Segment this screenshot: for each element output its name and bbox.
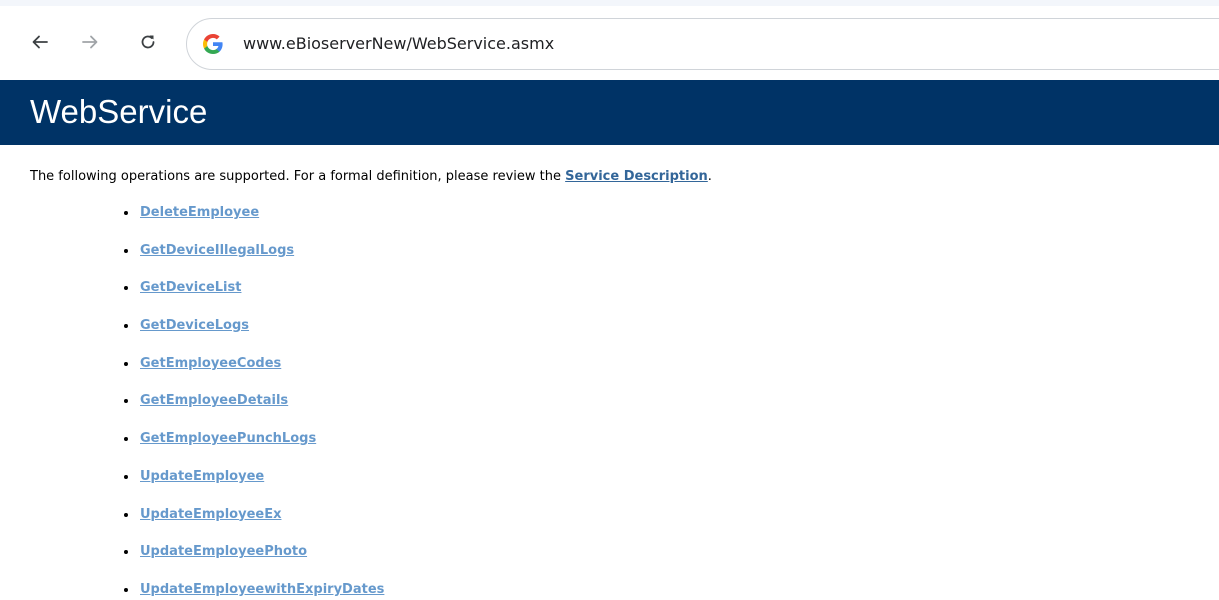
back-arrow-icon: [32, 35, 48, 49]
bullet-icon: [124, 361, 128, 366]
google-g-logo-icon: [203, 34, 223, 54]
bullet-icon: [124, 248, 128, 253]
service-description-link[interactable]: Service Description: [565, 169, 708, 184]
operation-link-updateemployee[interactable]: UpdateEmployee: [140, 467, 264, 487]
list-item: GetEmployeeDetails: [124, 391, 384, 429]
back-button[interactable]: [28, 30, 52, 54]
operations-list: DeleteEmployee GetDeviceIllegalLogs GetD…: [124, 203, 384, 600]
operation-link-updateemployeephoto[interactable]: UpdateEmployeePhoto: [140, 542, 307, 562]
list-item: GetDeviceLogs: [124, 316, 384, 354]
bullet-icon: [124, 286, 128, 291]
operation-link-deleteemployee[interactable]: DeleteEmployee: [140, 203, 259, 223]
operation-link-getemployeecodes[interactable]: GetEmployeeCodes: [140, 354, 281, 374]
bullet-icon: [124, 399, 128, 404]
list-item: UpdateEmployeewithExpiryDates: [124, 580, 384, 600]
page-title: WebService: [30, 93, 208, 130]
bullet-icon: [124, 587, 128, 592]
operation-link-getdevicelist[interactable]: GetDeviceList: [140, 278, 241, 298]
intro-paragraph: The following operations are supported. …: [30, 168, 712, 186]
url-text[interactable]: www.eBioserverNew/WebService.asmx: [243, 33, 554, 55]
intro-end: .: [707, 169, 712, 184]
bullet-icon: [124, 550, 128, 555]
bullet-icon: [124, 437, 128, 442]
list-item: GetEmployeePunchLogs: [124, 429, 384, 467]
operation-link-updateemployeewithexpirydates[interactable]: UpdateEmployeewithExpiryDates: [140, 580, 384, 600]
list-item: GetDeviceIllegalLogs: [124, 241, 384, 279]
address-bar[interactable]: www.eBioserverNew/WebService.asmx: [186, 18, 1219, 70]
browser-toolbar: www.eBioserverNew/WebService.asmx: [0, 6, 1219, 76]
operation-link-getemployeepunchlogs[interactable]: GetEmployeePunchLogs: [140, 429, 316, 449]
list-item: GetEmployeeCodes: [124, 354, 384, 392]
operation-link-updateemployeeex[interactable]: UpdateEmployeeEx: [140, 505, 281, 525]
forward-button[interactable]: [78, 30, 102, 54]
list-item: GetDeviceList: [124, 278, 384, 316]
operation-link-getdevicelogs[interactable]: GetDeviceLogs: [140, 316, 249, 336]
reload-button[interactable]: [136, 30, 160, 54]
list-item: UpdateEmployee: [124, 467, 384, 505]
intro-text: The following operations are supported. …: [30, 169, 566, 184]
operation-link-getdeviceillegallogs[interactable]: GetDeviceIllegalLogs: [140, 241, 294, 261]
bullet-icon: [124, 211, 128, 215]
bullet-icon: [124, 512, 128, 517]
list-item: DeleteEmployee: [124, 203, 384, 241]
list-item: UpdateEmployeePhoto: [124, 542, 384, 580]
bullet-icon: [124, 324, 128, 329]
list-item: UpdateEmployeeEx: [124, 505, 384, 543]
operation-link-getemployeedetails[interactable]: GetEmployeeDetails: [140, 391, 288, 411]
reload-icon: [141, 35, 155, 49]
bullet-icon: [124, 474, 128, 479]
forward-arrow-icon: [82, 35, 98, 49]
page-header: WebService: [0, 80, 1219, 145]
